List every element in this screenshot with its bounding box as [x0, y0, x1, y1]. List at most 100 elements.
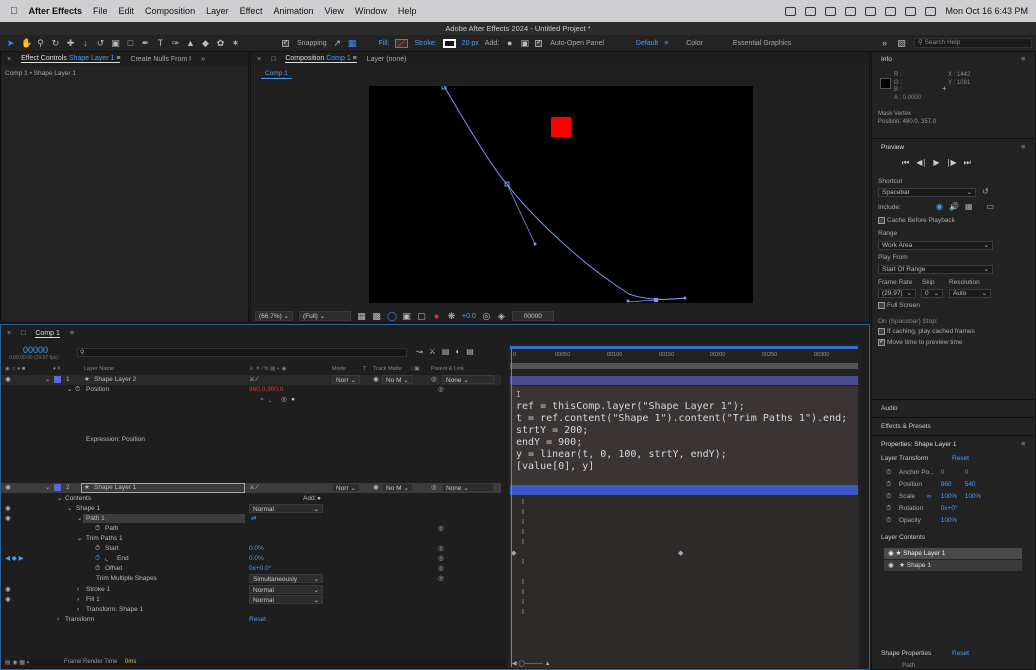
selection-tool-icon[interactable]: ➤	[6, 38, 15, 48]
keyframe-icon[interactable]: ◆	[678, 549, 683, 557]
layer-bar-shape-layer-2[interactable]	[510, 376, 858, 385]
comp-lock-icon[interactable]: □	[271, 56, 275, 63]
stopwatch-icon[interactable]: ⏱	[95, 524, 100, 534]
prop-scale-x[interactable]: 100%	[941, 491, 965, 503]
workspace-color[interactable]: Color	[686, 40, 703, 47]
region-of-interest-icon[interactable]: ▦	[357, 311, 366, 321]
start-value[interactable]: 0.0%	[249, 544, 264, 554]
panel-toggle-icon[interactable]: ▧	[897, 38, 906, 48]
trim-paths-row[interactable]: ⌄ Trim Paths 1	[1, 534, 501, 544]
pickwhip-icon[interactable]: ◎	[438, 554, 444, 564]
pickwhip-icon[interactable]: ◎	[438, 385, 444, 395]
pan-behind-tool-icon[interactable]: ▣	[111, 38, 120, 48]
contents-item-shape-layer[interactable]: ◉ ★ Shape Layer 1	[884, 548, 1022, 559]
battery-icon[interactable]	[885, 6, 897, 16]
menu-animation[interactable]: Animation	[273, 6, 313, 16]
transform-reset[interactable]: Reset	[249, 615, 266, 625]
search-help-input[interactable]: ⚲ Search Help	[914, 38, 1032, 48]
3d-view-icon[interactable]: ▢	[417, 311, 426, 321]
guides-icon[interactable]: ▣	[402, 311, 411, 321]
layer-name[interactable]: Shape Layer 2	[94, 375, 136, 385]
pickwhip-icon[interactable]: ◎	[431, 375, 437, 385]
close-timeline-icon[interactable]: ×	[7, 330, 11, 337]
range-dropdown[interactable]: Work Area ⌄	[878, 241, 993, 250]
stopwatch-icon[interactable]: ⏱	[886, 493, 891, 500]
tab-layer[interactable]: Layer (none)	[367, 56, 407, 63]
bevel-icon[interactable]: ▣	[520, 38, 529, 48]
path-direction-icon[interactable]: ⇄	[251, 514, 256, 524]
next-frame-icon[interactable]: ∣▶	[947, 158, 957, 168]
col-layer-name[interactable]: Layer Name	[84, 366, 114, 372]
offset-row[interactable]: ⏱ Offset 0x+0.0° ◎	[1, 564, 501, 574]
layer-bar-shape-layer-1[interactable]	[510, 485, 858, 495]
menu-file[interactable]: File	[93, 6, 108, 16]
pickwhip-icon[interactable]: ◎	[438, 544, 444, 554]
more-workspaces-icon[interactable]: »	[880, 38, 889, 48]
timeline-timecode[interactable]: 00000	[23, 345, 48, 355]
expand-chevron-icon[interactable]: ⌄	[67, 504, 72, 514]
menubar-clock[interactable]: Mon Oct 16 6:43 PM	[945, 6, 1028, 16]
prop-scale-y[interactable]: 100%	[965, 493, 982, 500]
timeline-graph-area[interactable]: 0 00050 00100 00150 00200 00250 00300 I …	[508, 344, 861, 669]
track-matte-dropdown[interactable]: No M ⌄	[382, 483, 413, 492]
expression-graph-icon[interactable]: ⌞	[269, 395, 272, 405]
creative-cloud-icon[interactable]	[805, 6, 817, 16]
screen-record-icon[interactable]	[825, 6, 837, 16]
layer-switches[interactable]: ⚔ ⁄	[249, 483, 258, 493]
expand-chevron-icon[interactable]: ›	[77, 595, 79, 605]
workspace-default[interactable]: Default	[636, 40, 658, 47]
shape-1-blend-dropdown[interactable]: Normal ⌄	[249, 504, 323, 513]
reset-shortcut-icon[interactable]: ↺	[982, 187, 989, 196]
pickwhip-icon[interactable]: ◎	[438, 564, 444, 574]
include-overlays-icon[interactable]: ▦	[965, 202, 973, 211]
hand-tool-icon[interactable]: ✋	[21, 38, 32, 48]
col-mode[interactable]: Mode	[332, 366, 346, 372]
menu-composition[interactable]: Composition	[145, 6, 195, 16]
cache-before-playback-checkbox[interactable]	[878, 217, 885, 224]
menu-layer[interactable]: Layer	[206, 6, 229, 16]
visibility-eye-icon[interactable]: ◉	[5, 595, 11, 605]
resolution-preview-dropdown[interactable]: Auto ⌄	[949, 289, 991, 298]
snapshot-icon[interactable]: ◎	[482, 311, 491, 321]
pickwhip-icon[interactable]: ◎	[438, 574, 444, 584]
shortcut-dropdown[interactable]: Spacebar ⌄	[878, 188, 976, 197]
layer-switches[interactable]: ⚔ ⁄	[249, 375, 258, 385]
link-icon[interactable]: ∞	[927, 491, 939, 503]
graph-editor-icon[interactable]: ▤	[466, 347, 474, 356]
snap-options-icon[interactable]: ↗	[333, 38, 342, 48]
visibility-eye-icon[interactable]: ◉	[5, 514, 11, 524]
mode-dropdown[interactable]: Norr ⌄	[332, 483, 360, 492]
info-menu-icon[interactable]: ≡	[1021, 56, 1025, 63]
transparency-grid-icon[interactable]: ▩	[372, 311, 381, 321]
snap-grid-icon[interactable]: ▦	[348, 38, 357, 48]
cache-before-playback-row[interactable]: Cache Before Playback	[878, 217, 955, 224]
menu-app-name[interactable]: After Effects	[29, 6, 83, 16]
layer-name[interactable]: Shape Layer 1	[94, 483, 136, 493]
exposure-value[interactable]: +0.0	[462, 313, 476, 320]
fill-1-row[interactable]: ◉ › Fill 1 Normal ⌄	[1, 595, 501, 605]
stopwatch-icon[interactable]: ⏱	[886, 517, 891, 524]
tab-timeline-comp[interactable]: Comp 1	[35, 330, 60, 338]
trim-multiple-row[interactable]: Trim Multiple Shapes Simultaneously ⌄ ◎	[1, 574, 501, 584]
stopwatch-icon[interactable]: ⏱	[75, 385, 80, 395]
comp-timecode[interactable]: 00000	[511, 311, 554, 321]
path-row[interactable]: ⏱ Path ◎	[1, 524, 501, 534]
apple-icon[interactable]: 	[10, 6, 18, 17]
timeline-zoom-slider[interactable]: ◀ ◯——— ▲	[512, 660, 582, 667]
path-1-row[interactable]: ◉ ⌄ Path 1 ⇄	[1, 514, 501, 524]
close-tab-icon[interactable]: ×	[7, 56, 11, 63]
matte-icon[interactable]: ◉	[373, 375, 379, 385]
shape-properties-reset[interactable]: Reset	[952, 650, 969, 657]
comp-breadcrumb[interactable]: Comp 1	[261, 69, 292, 79]
prop-anchor-x[interactable]: 0	[941, 467, 965, 479]
stroke-1-row[interactable]: ◉ › Stroke 1 Normal ⌄	[1, 585, 501, 595]
layer-row-shape-layer-1[interactable]: ◉ ⌄ 2 ★ Shape Layer 1 ⚔ ⁄ Norr ⌄ ◉ No M …	[1, 483, 501, 493]
label-color-swatch[interactable]	[54, 376, 61, 383]
first-frame-icon[interactable]: ⏮	[902, 158, 909, 168]
track-matte-dropdown[interactable]: No M ⌄	[382, 375, 413, 384]
label-color-swatch[interactable]	[54, 484, 61, 491]
zoom-tool-icon[interactable]: ⚲	[36, 38, 45, 48]
layer-row-shape-layer-2[interactable]: ◉ ⌄ 1 ★ Shape Layer 2 ⚔ ⁄ Norr ⌄ ◉ No M …	[1, 375, 501, 385]
menu-edit[interactable]: Edit	[119, 6, 135, 16]
display-icon[interactable]	[845, 6, 857, 16]
